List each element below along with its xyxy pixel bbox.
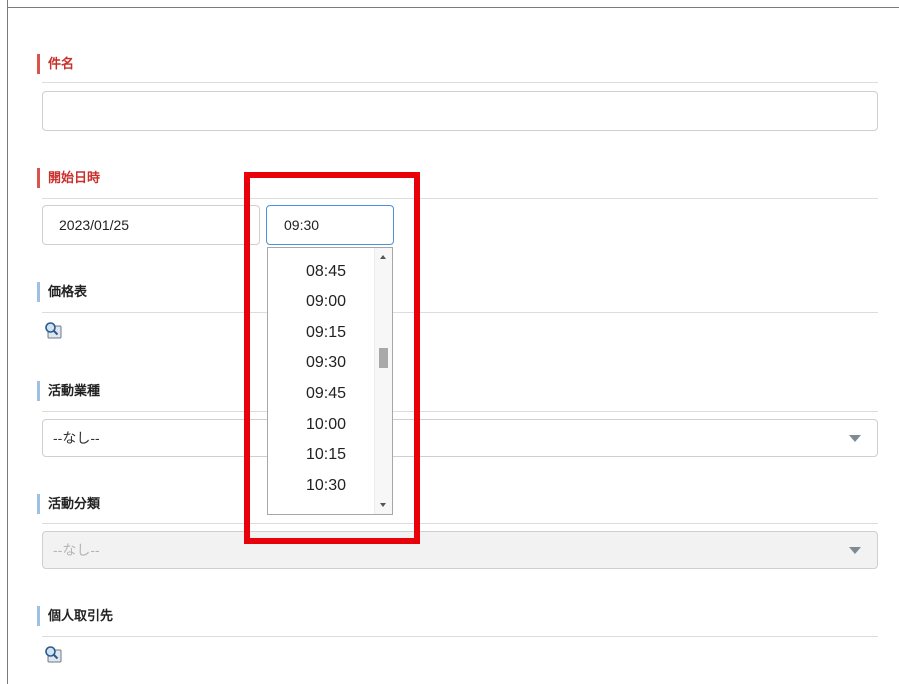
divider <box>42 636 878 637</box>
divider <box>42 312 878 313</box>
start-date-input[interactable]: 2023/01/25 <box>42 205 260 245</box>
divider <box>42 198 878 199</box>
activity-industry-label: 活動業種 <box>37 381 100 401</box>
activity-category-label: 活動分類 <box>37 494 100 514</box>
red-highlight-box <box>244 172 420 544</box>
start-datetime-label: 開始日時 <box>37 168 100 188</box>
chevron-down-icon <box>849 435 861 442</box>
divider <box>42 523 878 524</box>
activity-category-select[interactable]: --なし-- <box>42 531 878 569</box>
divider <box>42 411 878 412</box>
person-account-label: 個人取引先 <box>37 606 113 626</box>
magnifier-lookup-icon[interactable] <box>44 321 62 339</box>
activity-industry-select[interactable]: --なし-- <box>42 419 878 457</box>
subject-label: 件名 <box>37 54 74 74</box>
window-frame-top <box>7 7 899 8</box>
chevron-down-icon <box>849 547 861 554</box>
magnifier-lookup-icon[interactable] <box>44 645 62 663</box>
activity-category-value: --なし-- <box>53 542 100 558</box>
window-frame-left <box>7 0 8 684</box>
subject-input[interactable] <box>42 91 878 131</box>
divider <box>42 82 878 83</box>
price-book-label: 価格表 <box>37 282 87 302</box>
activity-industry-value: --なし-- <box>53 430 100 446</box>
